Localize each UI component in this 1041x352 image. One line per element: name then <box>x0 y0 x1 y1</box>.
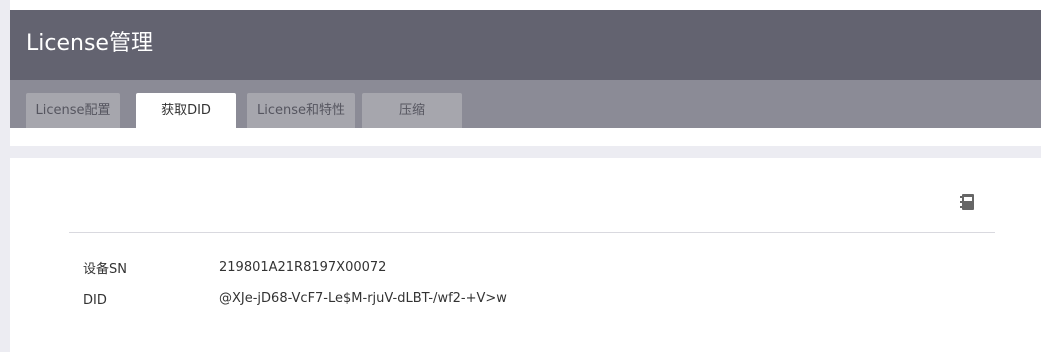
left-edge-gutter <box>0 0 10 352</box>
tab-compress[interactable]: 压缩 <box>362 93 462 128</box>
tab-strip-gap <box>10 128 1041 146</box>
tab-get-did[interactable]: 获取DID <box>136 93 236 128</box>
device-sn-label: 设备SN <box>83 262 127 277</box>
content-divider <box>69 232 995 233</box>
license-management-page: License管理 License配置 获取DID License和特性 压缩 … <box>0 0 1041 352</box>
section-separator-band <box>10 146 1041 158</box>
notebook-icon[interactable] <box>958 193 976 211</box>
did-value: @XJe-jD68-VcF7-Le$M-rjuV-dLBT-/wf2-+V>w <box>219 291 507 306</box>
page-title: License管理 <box>26 31 153 56</box>
did-label: DID <box>83 293 107 308</box>
title-bar: License管理 <box>10 10 1041 80</box>
tab-bar: License配置 获取DID License和特性 压缩 <box>10 80 1041 128</box>
content-panel: 设备SN 219801A21R8197X00072 DID @XJe-jD68-… <box>10 158 1041 352</box>
device-sn-value: 219801A21R8197X00072 <box>219 260 387 275</box>
tab-license-features[interactable]: License和特性 <box>247 93 355 128</box>
tab-license-config[interactable]: License配置 <box>26 93 120 128</box>
